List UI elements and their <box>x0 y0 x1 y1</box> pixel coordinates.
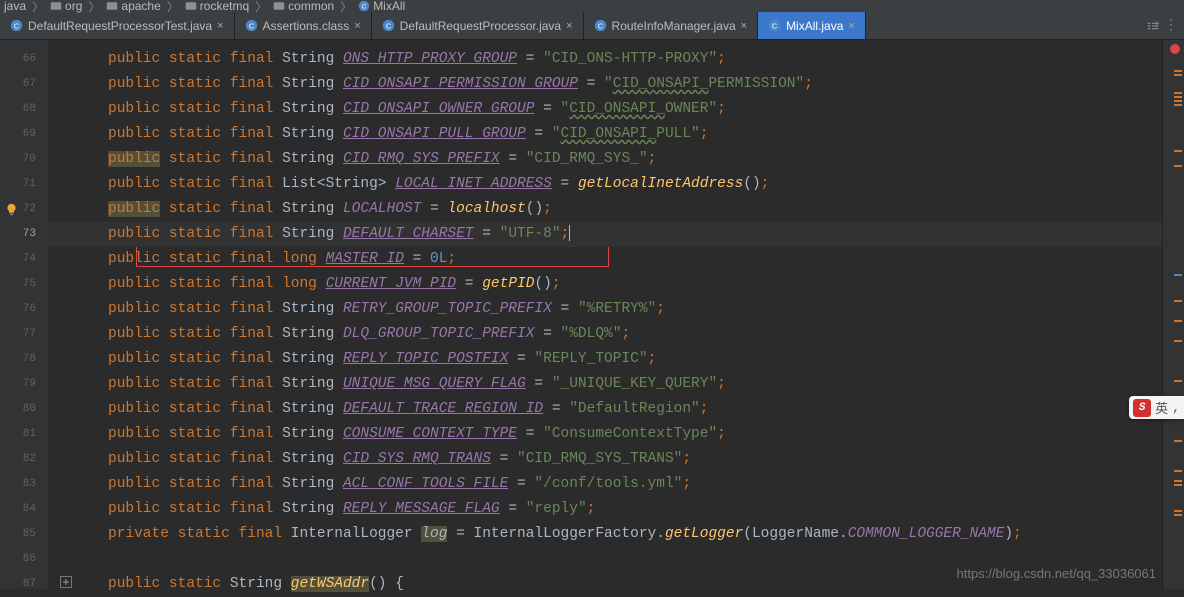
tab-label: MixAll.java <box>786 19 843 33</box>
close-icon[interactable]: × <box>217 20 223 32</box>
ime-label: 英 <box>1155 398 1168 417</box>
code-line[interactable]: public static final String DLQ_GROUP_TOP… <box>48 322 1162 347</box>
tab-label: DefaultRequestProcessor.java <box>400 19 561 33</box>
line-number[interactable]: 75 <box>0 272 48 297</box>
code-line[interactable]: private static final InternalLogger log … <box>48 522 1162 547</box>
close-icon[interactable]: × <box>354 20 360 32</box>
code-line[interactable]: public static final String UNIQUE_MSG_QU… <box>48 372 1162 397</box>
code-line[interactable]: public static final String ACL_CONF_TOOL… <box>48 472 1162 497</box>
class-icon: C <box>358 0 370 12</box>
folder-icon <box>185 0 197 12</box>
line-number[interactable]: 70 <box>0 147 48 172</box>
tab-mixall-java[interactable]: C MixAll.java × <box>758 12 866 39</box>
sogou-icon: S <box>1133 399 1151 417</box>
line-number[interactable]: 66 <box>0 47 48 72</box>
tab-defaultrequestprocessortest-java[interactable]: C DefaultRequestProcessorTest.java × <box>0 12 235 39</box>
close-icon[interactable]: × <box>741 20 747 32</box>
code-line[interactable]: public static final String DEFAULT_TRACE… <box>48 397 1162 422</box>
line-number[interactable]: 85 <box>0 522 48 547</box>
line-number[interactable]: 86 <box>0 547 48 572</box>
line-number[interactable]: 77 <box>0 322 48 347</box>
code-line[interactable]: public static final String CONSUME_CONTE… <box>48 422 1162 447</box>
line-number[interactable]: 83 <box>0 472 48 497</box>
code-line[interactable]: public static final String CID_ONSAPI_PE… <box>48 72 1162 97</box>
line-number[interactable]: 67 <box>0 72 48 97</box>
svg-text:C: C <box>772 21 777 30</box>
line-number[interactable]: 87 <box>0 572 48 597</box>
line-number[interactable]: 68 <box>0 97 48 122</box>
code-line[interactable]: public static final String CID_ONSAPI_OW… <box>48 97 1162 122</box>
code-area[interactable]: public static final String ONS_HTTP_PROX… <box>48 40 1162 589</box>
code-line[interactable]: public static final String REPLY_TOPIC_P… <box>48 347 1162 372</box>
more-icon[interactable]: ⋮ <box>1164 17 1178 34</box>
java-file-icon: C <box>594 19 607 32</box>
java-file-icon: C <box>245 19 258 32</box>
code-line[interactable]: public static final long MASTER_ID = 0L; <box>48 247 1162 272</box>
code-line[interactable]: public static final String DEFAULT_CHARS… <box>48 222 1162 247</box>
line-number[interactable]: 74 <box>0 247 48 272</box>
tab-assertions-class[interactable]: C Assertions.class × <box>235 12 372 39</box>
svg-text:C: C <box>362 3 367 10</box>
tab-defaultrequestprocessor-java[interactable]: C DefaultRequestProcessor.java × <box>372 12 584 39</box>
line-number[interactable]: 81 <box>0 422 48 447</box>
svg-text:C: C <box>14 21 19 30</box>
ime-widget[interactable]: S 英 , <box>1129 396 1184 419</box>
svg-text:C: C <box>386 21 391 30</box>
tab-label: RouteInfoManager.java <box>612 19 736 33</box>
line-number[interactable]: 71 <box>0 172 48 197</box>
code-line[interactable]: public static final String ONS_HTTP_PROX… <box>48 47 1162 72</box>
java-file-icon: C <box>768 19 781 32</box>
tabs-bar: C DefaultRequestProcessorTest.java × C Asser… <box>0 12 1184 40</box>
error-stripe[interactable] <box>1162 40 1184 589</box>
svg-text:C: C <box>597 21 602 30</box>
line-number[interactable]: 69 <box>0 122 48 147</box>
line-number[interactable]: 84 <box>0 497 48 522</box>
caret <box>569 225 570 241</box>
breadcrumb: java〉 org〉 apache〉 rocketmq〉 common〉 CMi… <box>0 0 1184 12</box>
tab-routeinfomanager-java[interactable]: C RouteInfoManager.java × <box>584 12 759 39</box>
code-line[interactable]: public static final String LOCALHOST = l… <box>48 197 1162 222</box>
code-line[interactable]: public static final String RETRY_GROUP_T… <box>48 297 1162 322</box>
java-file-icon: C <box>10 19 23 32</box>
java-file-icon: C <box>382 19 395 32</box>
code-line[interactable]: public static final String CID_SYS_RMQ_T… <box>48 447 1162 472</box>
tab-label: Assertions.class <box>263 19 350 33</box>
gutter: 6667686970717273747576777879808182838485… <box>0 40 48 589</box>
code-line[interactable]: public static final List<String> LOCAL_I… <box>48 172 1162 197</box>
close-icon[interactable]: × <box>848 20 854 32</box>
folder-icon <box>273 0 285 12</box>
code-line[interactable]: public static final long CURRENT_JVM_PID… <box>48 272 1162 297</box>
line-number[interactable]: 80 <box>0 397 48 422</box>
close-icon[interactable]: × <box>566 20 572 32</box>
code-line[interactable]: public static final String REPLY_MESSAGE… <box>48 497 1162 522</box>
editor: 6667686970717273747576777879808182838485… <box>0 40 1184 589</box>
ime-dots: , <box>1172 400 1180 415</box>
line-number[interactable]: 79 <box>0 372 48 397</box>
svg-text:C: C <box>248 21 253 30</box>
line-number[interactable]: 82 <box>0 447 48 472</box>
dropdown-icon[interactable] <box>1146 19 1160 33</box>
line-number[interactable]: 72 <box>0 197 48 222</box>
code-line[interactable]: public static final String CID_ONSAPI_PU… <box>48 122 1162 147</box>
line-number[interactable]: 78 <box>0 347 48 372</box>
intention-bulb-icon[interactable] <box>5 203 18 216</box>
tab-label: DefaultRequestProcessorTest.java <box>28 19 212 33</box>
watermark: https://blog.csdn.net/qq_33036061 <box>957 566 1157 581</box>
code-line[interactable]: public static final String CID_RMQ_SYS_P… <box>48 147 1162 172</box>
folder-icon <box>50 0 62 12</box>
error-indicator-icon[interactable] <box>1170 44 1180 54</box>
line-number[interactable]: 73 <box>0 222 48 247</box>
folder-icon <box>106 0 118 12</box>
line-number[interactable]: 76 <box>0 297 48 322</box>
